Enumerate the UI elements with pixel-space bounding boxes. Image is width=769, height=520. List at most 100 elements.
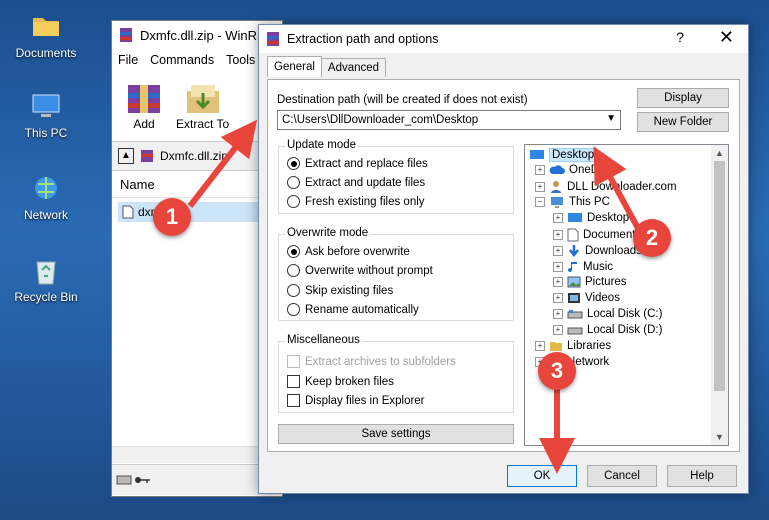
help-button[interactable]: Help xyxy=(667,465,737,487)
tree-item-libraries[interactable]: + Libraries xyxy=(535,340,611,352)
menu-commands[interactable]: Commands xyxy=(150,53,214,67)
extract-to-icon xyxy=(186,85,219,113)
desktop-icon-recycle-bin[interactable]: Recycle Bin xyxy=(6,256,86,304)
scroll-down-icon[interactable]: ▼ xyxy=(715,432,724,442)
videos-icon xyxy=(568,293,580,303)
expand-icon[interactable]: + xyxy=(535,341,545,351)
tree-label: Downloads xyxy=(585,245,642,257)
check-display-explorer[interactable]: Display files in Explorer xyxy=(287,394,425,407)
desktop-icon-documents[interactable]: Documents xyxy=(6,10,86,60)
tree-item-onedrive[interactable]: + OneDrive xyxy=(535,164,618,176)
tree-label: Local Disk (D:) xyxy=(587,324,663,336)
tree-item-music[interactable]: + Music xyxy=(553,260,613,274)
folder-tree[interactable]: Desktop + OneDrive + DLL Downloader.com … xyxy=(524,144,729,446)
option-label: Keep broken files xyxy=(305,375,394,388)
chevron-down-icon[interactable]: ▼ xyxy=(606,113,616,124)
desktop-icon-label: Network xyxy=(23,208,68,222)
collapse-icon[interactable]: − xyxy=(535,197,545,207)
radio-skip-existing[interactable]: Skip existing files xyxy=(287,284,393,297)
desktop-icon-network[interactable]: Network xyxy=(6,174,86,222)
expand-icon[interactable]: + xyxy=(553,213,563,223)
tree-item-documents[interactable]: + Documents xyxy=(553,228,641,242)
expand-icon[interactable]: + xyxy=(553,309,563,319)
desktop-icon-label: Recycle Bin xyxy=(14,290,78,304)
add-button[interactable]: Add xyxy=(122,81,166,131)
radio-fresh-existing[interactable]: Fresh existing files only xyxy=(287,195,425,208)
column-header-name[interactable]: Name xyxy=(112,171,282,198)
network-icon xyxy=(35,177,57,199)
option-label: Extract and update files xyxy=(305,176,426,189)
option-label: Fresh existing files only xyxy=(305,195,425,208)
help-question-button[interactable]: ? xyxy=(676,29,684,45)
expand-icon[interactable]: + xyxy=(553,246,563,256)
tree-item-downloads[interactable]: + Downloads xyxy=(553,244,642,258)
radio-extract-update[interactable]: Extract and update files xyxy=(287,176,425,189)
extraction-dialog: Extraction path and options ? ✕ General … xyxy=(258,24,749,494)
music-icon xyxy=(568,262,577,273)
expand-icon[interactable]: + xyxy=(553,277,563,287)
save-settings-button[interactable]: Save settings xyxy=(278,424,514,444)
expand-icon[interactable]: + xyxy=(553,230,563,240)
cancel-button[interactable]: Cancel xyxy=(587,465,657,487)
new-folder-button[interactable]: New Folder xyxy=(637,112,729,132)
user-icon xyxy=(551,181,561,193)
tree-item-this-pc[interactable]: − This PC xyxy=(535,196,610,208)
tree-vertical-scrollbar[interactable]: ▲ ▼ xyxy=(711,145,728,445)
tree-label: Videos xyxy=(585,292,620,304)
extract-to-button[interactable]: Extract To xyxy=(176,81,229,131)
menu-tools[interactable]: Tools xyxy=(226,53,255,67)
tree-item-dll-downloader[interactable]: + DLL Downloader.com xyxy=(535,180,677,194)
radio-icon xyxy=(287,303,300,316)
tree-label: Desktop xyxy=(587,212,630,224)
radio-extract-replace[interactable]: Extract and replace files xyxy=(287,157,428,170)
up-folder-icon[interactable]: ▲ xyxy=(118,148,134,164)
winrar-path-text: Dxmfc.dll.zip xyxy=(160,149,229,163)
dialog-title: Extraction path and options xyxy=(287,32,439,46)
option-label: Extract and replace files xyxy=(305,157,428,170)
radio-icon xyxy=(287,195,300,208)
option-label: Extract archives to subfolders xyxy=(305,355,456,368)
ok-button[interactable]: OK xyxy=(507,465,577,487)
expand-icon[interactable]: + xyxy=(553,262,563,272)
close-icon[interactable]: ✕ xyxy=(719,27,734,48)
expand-icon[interactable]: + xyxy=(535,182,545,192)
scroll-thumb[interactable] xyxy=(714,161,725,391)
tree-item-pictures[interactable]: + Pictures xyxy=(553,276,627,288)
scroll-up-icon[interactable]: ▲ xyxy=(715,148,724,158)
expand-icon[interactable]: + xyxy=(553,325,563,335)
radio-icon xyxy=(287,284,300,297)
tree-item-videos[interactable]: + Videos xyxy=(553,292,620,304)
tree-item-desktop-root[interactable]: Desktop xyxy=(529,148,598,162)
display-button[interactable]: Display xyxy=(637,88,729,108)
radio-overwrite-without[interactable]: Overwrite without prompt xyxy=(287,264,433,277)
tab-general[interactable]: General xyxy=(267,56,322,77)
tree-item-pc-desktop[interactable]: + Desktop xyxy=(553,212,629,224)
winrar-horizontal-scrollbar[interactable] xyxy=(112,446,282,463)
radio-ask-before[interactable]: Ask before overwrite xyxy=(287,245,410,258)
update-mode-title: Update mode xyxy=(285,139,359,151)
expand-icon[interactable]: + xyxy=(553,293,563,303)
winrar-statusbar xyxy=(112,464,282,495)
desktop-icon-label: Documents xyxy=(15,46,77,60)
menu-file[interactable]: File xyxy=(118,53,138,67)
desktop-icon-this-pc[interactable]: This PC xyxy=(6,92,86,140)
option-label: Overwrite without prompt xyxy=(305,264,433,277)
misc-title: Miscellaneous xyxy=(285,334,362,346)
winrar-titlebar[interactable]: Dxmfc.dll.zip - WinR xyxy=(112,21,282,49)
option-label: Skip existing files xyxy=(305,284,394,297)
tree-item-local-disk-d[interactable]: + Local Disk (D:) xyxy=(553,324,662,336)
tab-advanced[interactable]: Advanced xyxy=(320,58,387,77)
check-keep-broken[interactable]: Keep broken files xyxy=(287,375,394,388)
tree-item-local-disk-c[interactable]: + Local Disk (C:) xyxy=(553,308,662,320)
checkbox-icon xyxy=(287,355,300,368)
archive-icon xyxy=(141,150,153,162)
overwrite-mode-group: Overwrite mode Ask before overwrite Over… xyxy=(278,227,514,321)
tree-label: This PC xyxy=(569,196,610,208)
radio-rename-auto[interactable]: Rename automatically xyxy=(287,303,419,316)
download-icon xyxy=(569,245,579,258)
callout-step-2: 2 xyxy=(633,219,671,257)
dialog-titlebar[interactable]: Extraction path and options ? ✕ xyxy=(259,25,748,53)
tree-label: Local Disk (C:) xyxy=(587,308,663,320)
expand-icon[interactable]: + xyxy=(535,165,545,175)
destination-path-input[interactable]: C:\Users\DllDownloader_com\Desktop ▼ xyxy=(277,110,621,130)
